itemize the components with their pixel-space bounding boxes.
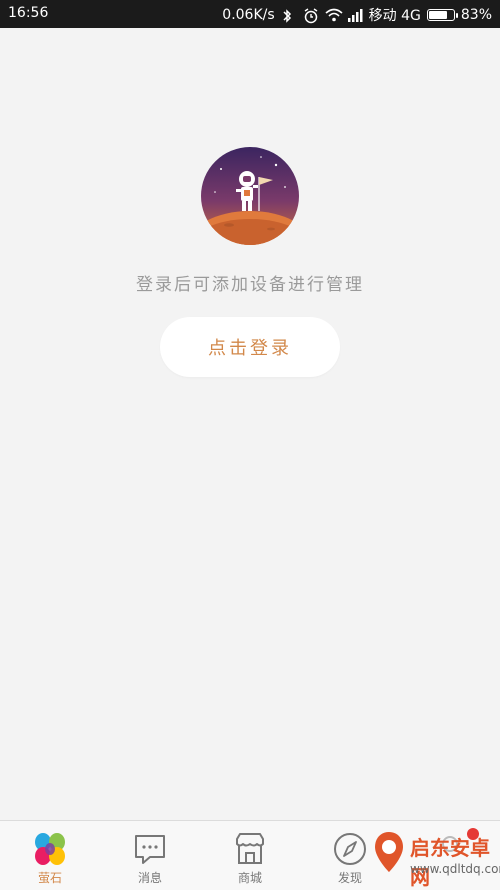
tab-ezviz[interactable]: 萤石: [0, 821, 100, 890]
login-hint-text: 登录后可添加设备进行管理: [136, 275, 364, 295]
battery-icon: [426, 9, 458, 21]
network-speed: 0.06K/s: [222, 7, 275, 23]
bluetooth-icon: [281, 8, 297, 23]
status-bar: 16:56 0.06K/s 移动 4G 83%: [0, 0, 500, 28]
astronaut-avatar: [201, 147, 299, 245]
store-icon: [232, 831, 268, 867]
tab-label: 商城: [237, 871, 262, 885]
message-icon: [132, 831, 168, 867]
watermark-title: 启东安卓网: [410, 836, 490, 889]
watermark-logo-icon: [372, 830, 406, 874]
alarm-icon: [303, 8, 319, 24]
tab-label: 消息: [137, 871, 162, 885]
status-time: 16:56: [8, 5, 49, 21]
compass-icon: [332, 831, 368, 867]
wifi-icon: [325, 8, 343, 22]
battery-percent: 83%: [460, 7, 492, 23]
ezviz-logo-icon: [32, 831, 68, 867]
carrier-label: 移动 4G: [368, 8, 421, 24]
watermark: 启东安卓网 www.qdltdq.com: [370, 826, 500, 889]
battery-level: [428, 11, 447, 19]
signal-icon: [347, 8, 363, 22]
tab-label: 萤石: [37, 871, 62, 885]
watermark-url: www.qdltdq.com: [410, 862, 500, 876]
tab-messages[interactable]: 消息: [100, 821, 200, 890]
login-button[interactable]: 点击登录: [160, 317, 340, 377]
status-right: 0.06K/s 移动 4G 83%: [222, 5, 492, 25]
tab-store[interactable]: 商城: [200, 821, 300, 890]
